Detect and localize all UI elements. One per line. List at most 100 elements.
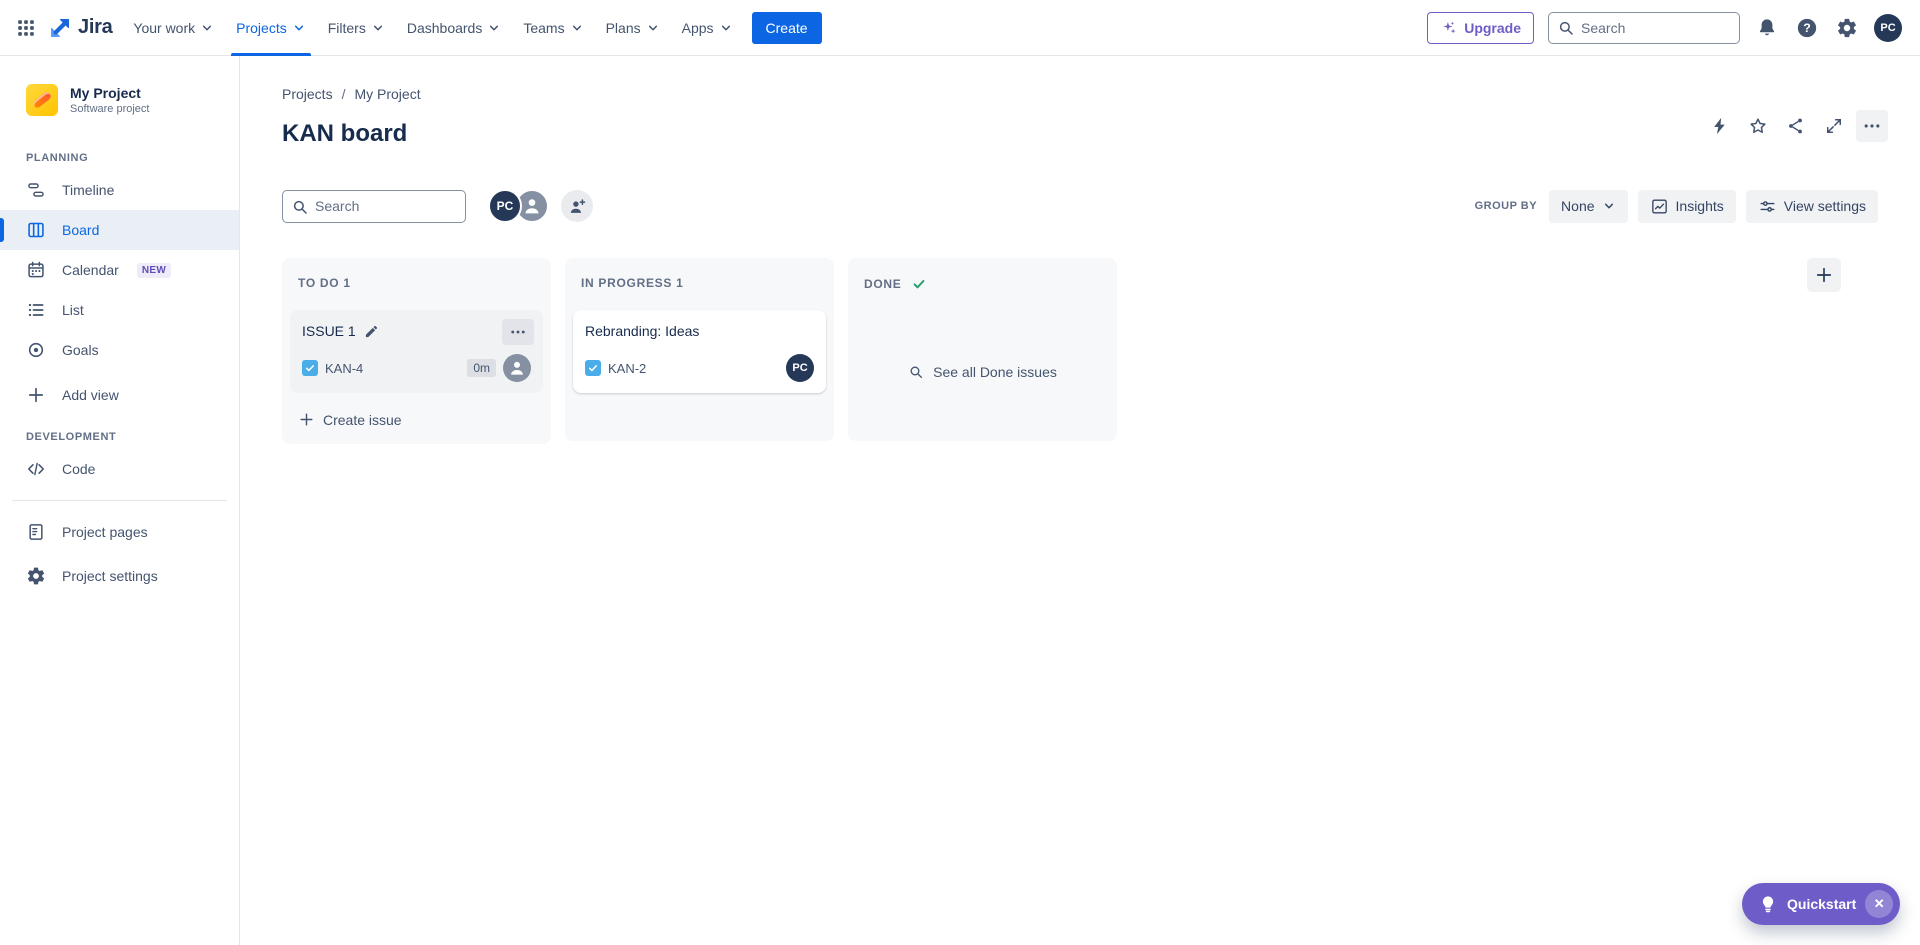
assignee-avatar-pc[interactable]: PC <box>786 354 814 382</box>
top-navigation: Jira Your work Projects Filters Dashboar… <box>0 0 1920 56</box>
insights-chart-icon <box>1650 197 1669 216</box>
settings-button[interactable] <box>1834 12 1860 44</box>
view-settings-button[interactable]: View settings <box>1745 189 1878 223</box>
check-icon <box>587 362 599 374</box>
assignee-avatar-unassigned[interactable] <box>503 354 531 382</box>
add-column-button[interactable] <box>1807 258 1841 292</box>
notifications-button[interactable] <box>1754 12 1780 44</box>
jira-logo-icon <box>48 16 72 40</box>
plus-icon <box>298 411 315 428</box>
sidebar-item-board[interactable]: Board <box>0 210 239 250</box>
nav-right-cluster: Upgrade PC <box>1427 11 1902 44</box>
global-search-input[interactable] <box>1548 11 1740 44</box>
member-avatar-pc[interactable]: PC <box>488 189 522 223</box>
chevron-down-icon <box>200 21 214 35</box>
sidebar-item-timeline[interactable]: Timeline <box>0 170 239 210</box>
gear-icon <box>26 566 46 586</box>
insights-button[interactable]: Insights <box>1637 189 1736 223</box>
issue-key[interactable]: KAN-4 <box>325 361 363 376</box>
column-header: DONE <box>856 266 1109 312</box>
card-title[interactable]: Rebranding: Ideas <box>585 323 699 339</box>
breadcrumb: Projects / My Project <box>282 86 421 102</box>
nav-label: Teams <box>523 19 565 36</box>
task-type-icon <box>585 360 601 376</box>
nav-filters[interactable]: Filters <box>317 0 396 56</box>
nav-dashboards[interactable]: Dashboards <box>396 0 513 56</box>
sidebar-item-code[interactable]: Code <box>0 449 239 489</box>
star-icon <box>1748 116 1768 136</box>
view-settings-label: View settings <box>1783 198 1866 214</box>
fullscreen-button[interactable] <box>1818 110 1850 142</box>
sidebar-item-calendar[interactable]: Calendar NEW <box>0 250 239 290</box>
sidebar-item-label: List <box>62 302 84 318</box>
sidebar-divider <box>12 500 227 501</box>
group-by-label: GROUP BY <box>1474 200 1538 212</box>
code-icon <box>26 459 46 479</box>
sidebar-item-goals[interactable]: Goals <box>0 330 239 370</box>
chevron-down-icon <box>371 21 385 35</box>
board-more-button[interactable] <box>1856 110 1888 142</box>
upgrade-button[interactable]: Upgrade <box>1427 11 1534 44</box>
project-name: My Project <box>70 85 141 102</box>
group-by-value: None <box>1561 198 1595 214</box>
card-title[interactable]: ISSUE 1 <box>302 323 356 339</box>
list-icon <box>26 300 46 320</box>
sidebar-item-add-view[interactable]: Add view <box>0 375 239 415</box>
board-header-actions <box>1704 110 1888 142</box>
issue-card-kan-2[interactable]: Rebranding: Ideas KAN-2 PC <box>573 310 826 393</box>
nav-label: Dashboards <box>406 19 483 36</box>
member-avatars: PC <box>488 189 549 223</box>
project-header: My Project Software project <box>0 82 239 118</box>
sidebar-item-list[interactable]: List <box>0 290 239 330</box>
board-search-input[interactable] <box>282 189 466 223</box>
sidebar-item-project-pages[interactable]: Project pages <box>0 512 239 552</box>
edit-pencil-icon[interactable] <box>364 324 379 339</box>
profile-avatar[interactable]: PC <box>1874 13 1902 42</box>
see-all-done-link[interactable]: See all Done issues <box>856 312 1109 432</box>
create-button[interactable]: Create <box>751 11 822 44</box>
automation-button[interactable] <box>1704 110 1736 142</box>
group-by-dropdown[interactable]: None <box>1549 189 1628 223</box>
nav-apps[interactable]: Apps <box>671 0 744 56</box>
project-header-text: My Project Software project <box>70 85 149 115</box>
planning-section-label: PLANNING <box>26 152 89 164</box>
chevron-down-icon <box>292 21 306 35</box>
search-icon <box>291 198 309 216</box>
nav-projects[interactable]: Projects <box>225 0 317 56</box>
sidebar-item-label: Calendar <box>62 262 119 278</box>
column-header: IN PROGRESS 1 <box>573 266 826 310</box>
card-more-button[interactable] <box>502 319 534 345</box>
share-button[interactable] <box>1780 110 1812 142</box>
add-people-button[interactable] <box>561 190 593 222</box>
star-button[interactable] <box>1742 110 1774 142</box>
issue-key[interactable]: KAN-2 <box>608 361 646 376</box>
sidebar-item-label: Board <box>62 222 100 238</box>
create-issue-button[interactable]: Create issue <box>290 403 543 436</box>
sidebar-item-label: Code <box>62 461 96 477</box>
more-horizontal-icon <box>1862 116 1882 136</box>
expand-icon <box>1824 116 1844 136</box>
nav-teams[interactable]: Teams <box>512 0 594 56</box>
gear-icon <box>1836 17 1858 39</box>
issue-card-kan-4[interactable]: ISSUE 1 KAN-4 0m <box>290 310 543 393</box>
quickstart-label: Quickstart <box>1787 896 1857 912</box>
breadcrumb-projects[interactable]: Projects <box>282 86 333 102</box>
sidebar-item-project-settings[interactable]: Project settings <box>0 556 239 596</box>
goals-icon <box>26 340 46 360</box>
column-title: TO DO 1 <box>298 276 351 290</box>
column-done: DONE See all Done issues <box>848 258 1117 441</box>
app-grid-icon <box>15 17 37 39</box>
plus-icon <box>26 385 46 405</box>
nav-plans[interactable]: Plans <box>595 0 671 56</box>
quickstart-close-button[interactable]: ✕ <box>1865 890 1894 918</box>
sidebar-item-label: Goals <box>62 342 99 358</box>
help-button[interactable] <box>1794 12 1820 44</box>
jira-logo[interactable]: Jira <box>48 16 113 40</box>
breadcrumb-my-project[interactable]: My Project <box>354 86 420 102</box>
kanban-board: TO DO 1 ISSUE 1 KAN-4 0m Create issue IN… <box>282 258 1117 444</box>
page-icon <box>26 522 46 542</box>
app-switcher-button[interactable] <box>10 12 42 44</box>
close-icon: ✕ <box>1873 896 1885 911</box>
quickstart-button[interactable]: Quickstart ✕ <box>1742 883 1901 925</box>
nav-your-work[interactable]: Your work <box>122 0 225 56</box>
